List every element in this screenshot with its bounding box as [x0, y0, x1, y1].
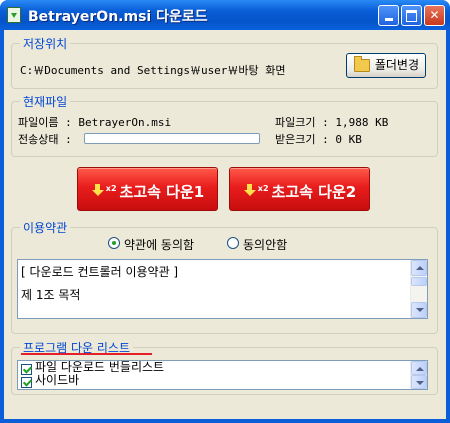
scroll-up-icon[interactable]	[411, 260, 427, 276]
save-location-group: 저장위치 C:￦Documents and Settings￦user￦바탕 화…	[11, 35, 438, 89]
download-2-button[interactable]: x2 초고속 다운2	[229, 167, 370, 211]
download-1-button[interactable]: x2 초고속 다운1	[77, 167, 218, 211]
minimize-button[interactable]	[378, 5, 399, 26]
download-window: BetrayerOn.msi 다운로드 ✕ 저장위치 C:￦Documents …	[0, 0, 450, 423]
scroll-down-icon[interactable]	[411, 302, 427, 318]
download-1-label: 초고속 다운1	[119, 183, 205, 201]
installer-icon	[7, 7, 21, 23]
current-file-legend: 현재파일	[20, 93, 71, 110]
program-item-2[interactable]: 사이드바	[35, 374, 79, 387]
program-checkbox-2[interactable]	[21, 377, 32, 388]
received-size-text: 받은크기 : 0 KB	[275, 133, 362, 146]
scroll-down-icon[interactable]	[411, 375, 427, 389]
terms-scrollbar[interactable]	[410, 260, 427, 318]
status-text: 전송상태 :	[18, 133, 72, 146]
speed-badge: x2	[105, 184, 117, 193]
program-list-group: 프로그램 다운 리스트 파일 다운로드 번들리스트 사이드바	[11, 339, 438, 395]
terms-line-1: [ 다운로드 컨트롤러 이용약관 ]	[21, 265, 179, 279]
download-arrow-icon	[243, 184, 257, 198]
speed-badge: x2	[257, 184, 269, 193]
save-location-legend: 저장위치	[20, 35, 71, 52]
minimize-icon	[384, 18, 393, 21]
file-size-text: 파일크기 : 1,988 KB	[275, 116, 389, 129]
close-button[interactable]: ✕	[424, 5, 445, 26]
folder-icon	[354, 56, 370, 72]
program-list-box[interactable]: 파일 다운로드 번들리스트 사이드바	[17, 360, 428, 390]
maximize-button[interactable]	[401, 5, 422, 26]
agree-label[interactable]: 약관에 동의함	[124, 236, 194, 253]
change-folder-label: 폴더변경	[374, 58, 419, 72]
program-checkbox-1[interactable]	[21, 364, 32, 375]
current-file-group: 현재파일 파일이름 : BetrayerOn.msi 전송상태 : 파일크기 :…	[11, 93, 438, 157]
terms-line-2: 제 1조 목적	[21, 288, 81, 302]
save-path-text: C:￦Documents and Settings￦user￦바탕 화면	[20, 64, 286, 77]
scroll-up-icon[interactable]	[411, 361, 427, 375]
scroll-thumb[interactable]	[411, 277, 427, 286]
terms-legend: 이용약관	[20, 219, 71, 236]
window-title: BetrayerOn.msi 다운로드	[28, 9, 208, 25]
maximize-icon	[406, 10, 417, 22]
download-2-label: 초고속 다운2	[271, 183, 357, 201]
agree-radio[interactable]	[108, 237, 120, 249]
transfer-progress-bar	[84, 133, 260, 144]
close-icon: ✕	[429, 8, 440, 22]
terms-textarea[interactable]: [ 다운로드 컨트롤러 이용약관 ] 제 1조 목적	[17, 259, 428, 319]
program-list-underline	[21, 353, 152, 355]
disagree-radio[interactable]	[227, 237, 239, 249]
program-list-scrollbar[interactable]	[410, 361, 427, 389]
disagree-label[interactable]: 동의안함	[243, 236, 287, 253]
change-folder-button[interactable]: 폴더변경	[346, 53, 426, 78]
title-bar[interactable]: BetrayerOn.msi 다운로드 ✕	[0, 0, 450, 30]
download-arrow-icon	[91, 184, 105, 198]
filename-text: 파일이름 : BetrayerOn.msi	[18, 116, 172, 129]
terms-group: 이용약관 약관에 동의함 동의안함 [ 다운로드 컨트롤러 이용약관 ] 제 1…	[11, 219, 438, 334]
dialog-body: 저장위치 C:￦Documents and Settings￦user￦바탕 화…	[4, 30, 446, 419]
